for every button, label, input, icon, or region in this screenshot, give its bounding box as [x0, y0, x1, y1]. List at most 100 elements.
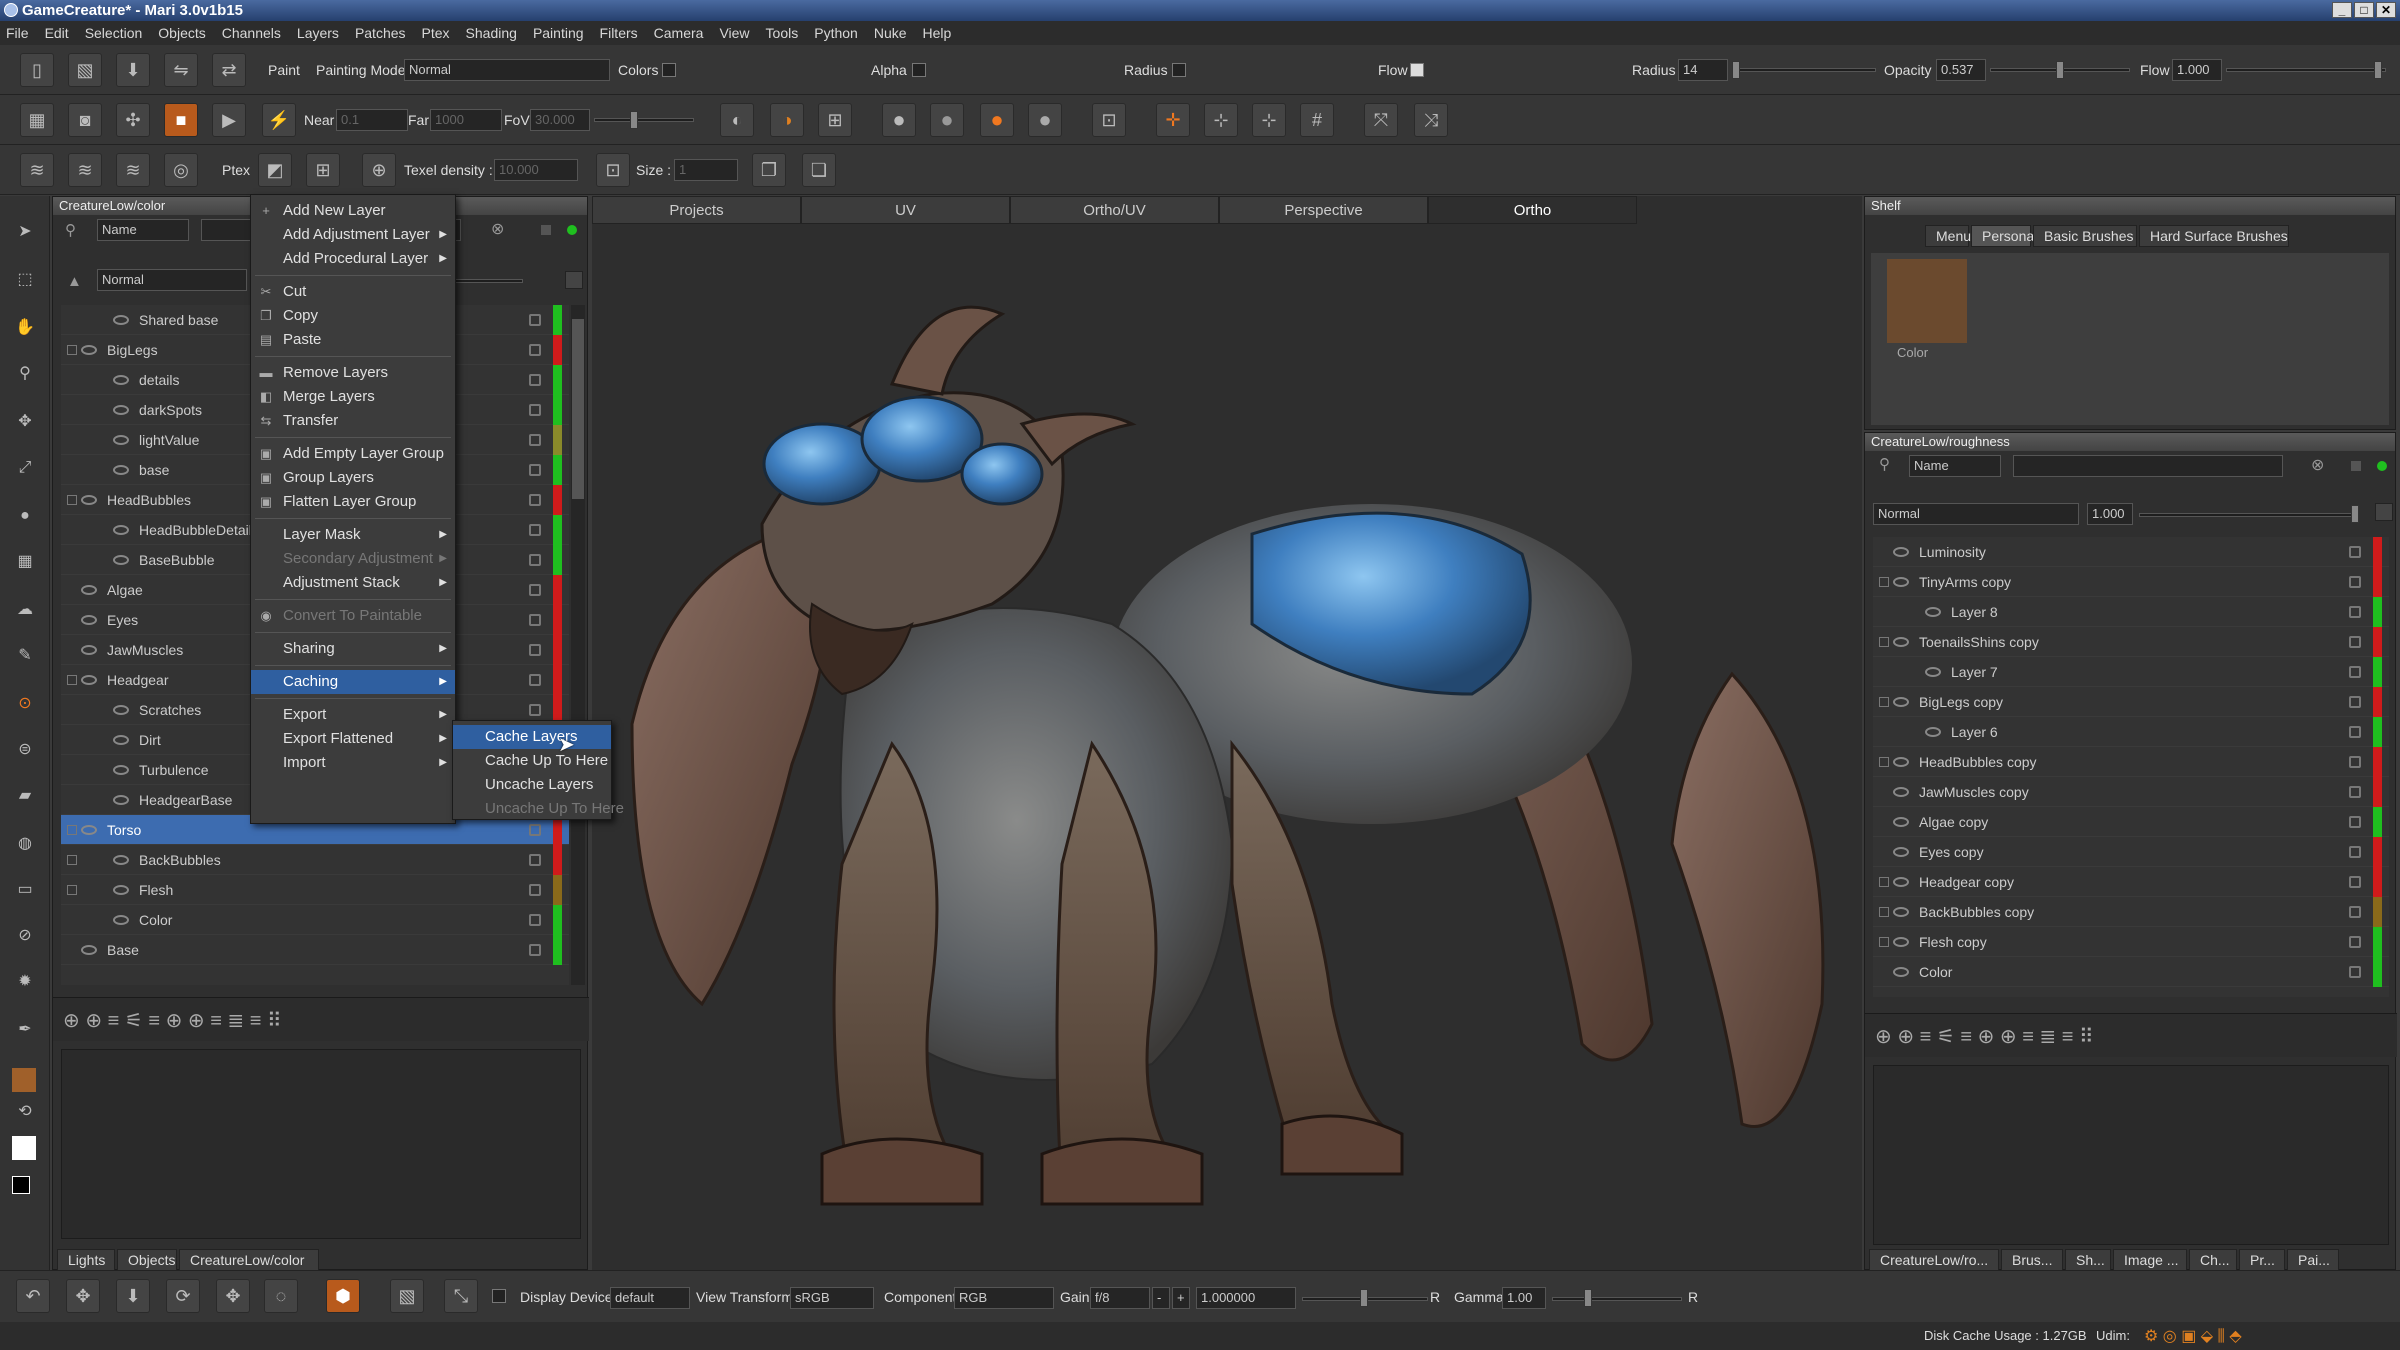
left-visibility-icon[interactable]	[81, 675, 97, 685]
right-layer-row[interactable]: TinyArms copy	[1873, 567, 2389, 597]
left-lock-icon[interactable]	[529, 314, 541, 326]
far-field[interactable]: 1000	[430, 109, 502, 131]
background-color-swatch[interactable]	[12, 1136, 36, 1160]
right-layer-row[interactable]: Algae copy	[1873, 807, 2389, 837]
close-button[interactable]: ✕	[2376, 2, 2396, 18]
blur-tool-icon[interactable]: ◍	[10, 830, 40, 860]
exposure-reset-button[interactable]: R	[1430, 1289, 1440, 1305]
right-group-expander-icon[interactable]	[1879, 637, 1889, 647]
left-layer-row[interactable]: Base	[61, 935, 569, 965]
left-visibility-icon[interactable]	[113, 315, 129, 325]
left-visibility-icon[interactable]	[81, 585, 97, 595]
left-lock-icon[interactable]	[529, 854, 541, 866]
left-visibility-icon[interactable]	[81, 825, 97, 835]
gamma-slider-handle[interactable]	[1584, 1289, 1592, 1307]
left-lock-icon[interactable]	[529, 524, 541, 536]
view-icon[interactable]: ▦	[20, 103, 54, 137]
ptex-resize-icon[interactable]: ◩	[258, 153, 292, 187]
gamma-reset-button[interactable]: R	[1688, 1289, 1698, 1305]
left-visibility-icon[interactable]	[113, 405, 129, 415]
left-lock-icon[interactable]	[529, 644, 541, 656]
right-group-expander-icon[interactable]	[1879, 697, 1889, 707]
viewport-tab[interactable]: UV	[801, 196, 1010, 224]
right-layer-row[interactable]: Luminosity	[1873, 537, 2389, 567]
right-lock-icon[interactable]	[2349, 906, 2361, 918]
right-lock-icon[interactable]	[2349, 756, 2361, 768]
layer-tool-icons[interactable]: ⊕ ⊕ ≡ ⚟ ≡ ⊕ ⊕ ≡ ≣ ≡ ⠿	[63, 1008, 282, 1033]
right-layer-row[interactable]: HeadBubbles copy	[1873, 747, 2389, 777]
left-panel-tab[interactable]: CreatureLow/color	[179, 1249, 319, 1271]
globe-icon[interactable]: ⊕	[362, 153, 396, 187]
shelf-tab[interactable]: Personal	[1971, 225, 2037, 247]
left-layer-row[interactable]: Color	[61, 905, 569, 935]
menu-camera[interactable]: Camera	[654, 25, 704, 41]
texel-density-field[interactable]: 10.000	[494, 159, 578, 181]
left-lock-icon[interactable]	[529, 554, 541, 566]
flow-slider-handle[interactable]	[2374, 61, 2382, 79]
roughness-filter-input[interactable]	[2013, 455, 2283, 477]
layers-merge-icon[interactable]: ◎	[164, 153, 198, 187]
menu-item[interactable]: Sharing ▶	[251, 637, 455, 661]
menu-item[interactable]: ▣ Group Layers	[251, 466, 455, 490]
submenu-item[interactable]: Cache Layers	[453, 725, 611, 749]
align-y-icon[interactable]: ⊹	[1252, 103, 1286, 137]
copy-face-icon[interactable]: ❐	[752, 153, 786, 187]
pivot-icon[interactable]: ✛	[1156, 103, 1190, 137]
minimize-button[interactable]: _	[2332, 2, 2352, 18]
right-lock-icon[interactable]	[2349, 636, 2361, 648]
menu-item[interactable]: ⇆ Transfer	[251, 409, 455, 433]
right-layer-row[interactable]: ToenailsShins copy	[1873, 627, 2389, 657]
shaded-icon[interactable]: ■	[164, 103, 198, 137]
left-layer-row[interactable]: BackBubbles	[61, 845, 569, 875]
left-visibility-icon[interactable]	[113, 375, 129, 385]
right-visibility-icon[interactable]	[1893, 787, 1909, 797]
view-transform-select[interactable]: sRGB	[790, 1287, 874, 1309]
left-panel-tab[interactable]: Lights	[57, 1249, 115, 1271]
flow-slider[interactable]	[2226, 68, 2386, 72]
zoom-tool-icon[interactable]: ⚲	[10, 360, 40, 390]
eyedropper-icon[interactable]: ✒	[10, 1016, 40, 1046]
left-lock-icon[interactable]	[529, 344, 541, 356]
right-lock-icon[interactable]	[2349, 666, 2361, 678]
flow-checkbox[interactable]	[1410, 63, 1424, 77]
roughness-filter-select[interactable]: Name	[1909, 455, 2001, 477]
transfer-icon[interactable]: ⇄	[212, 53, 246, 87]
viewport-tab[interactable]: Projects	[592, 196, 801, 224]
color-management-icon[interactable]: ⬢	[326, 1279, 360, 1313]
lasso-icon[interactable]: ◌	[264, 1279, 298, 1313]
right-panel-tab[interactable]: Pai...	[2287, 1249, 2339, 1271]
layer-list-scrollbar[interactable]	[571, 305, 585, 985]
roughness-layer-tool-icons[interactable]: ⊕ ⊕ ≡ ⚟ ≡ ⊕ ⊕ ≡ ≣ ≡ ⠿	[1875, 1024, 2094, 1049]
tumble-icon[interactable]: ✥	[216, 1279, 250, 1313]
gamma-field[interactable]: 1.00	[1502, 1287, 1546, 1309]
sun-tool-icon[interactable]: ✹	[10, 968, 40, 998]
right-lock-icon[interactable]	[2349, 696, 2361, 708]
right-panel-tab[interactable]: Pr...	[2239, 1249, 2285, 1271]
radius-slider-handle[interactable]	[1732, 61, 1740, 79]
layer-filter-select[interactable]: Name	[97, 219, 189, 241]
left-panel-tab[interactable]: Objects	[117, 1249, 177, 1271]
menu-painting[interactable]: Painting	[533, 25, 584, 41]
hand-tool-icon[interactable]: ✋	[10, 314, 40, 344]
right-visibility-icon[interactable]	[1893, 637, 1909, 647]
drop-tool-icon[interactable]: ●	[10, 502, 40, 532]
left-visibility-icon[interactable]	[113, 735, 129, 745]
right-lock-icon[interactable]	[2349, 786, 2361, 798]
menu-shading[interactable]: Shading	[466, 25, 517, 41]
clear-filter-icon[interactable]: ⊗	[491, 219, 504, 239]
left-visibility-icon[interactable]	[113, 795, 129, 805]
foreground-color-swatch[interactable]	[12, 1068, 36, 1092]
roughness-panel-expand-icon[interactable]	[2375, 503, 2393, 521]
gain-field[interactable]: f/8	[1090, 1287, 1150, 1309]
right-group-expander-icon[interactable]	[1879, 907, 1889, 917]
viewport-tab[interactable]: Ortho	[1428, 196, 1637, 224]
right-group-expander-icon[interactable]	[1879, 757, 1889, 767]
clone-tool-icon[interactable]: ⊜	[10, 736, 40, 766]
menu-ptex[interactable]: Ptex	[422, 25, 450, 41]
layers-remove-icon[interactable]: ≋	[116, 153, 150, 187]
right-lock-icon[interactable]	[2349, 966, 2361, 978]
display-device-select[interactable]: default	[610, 1287, 690, 1309]
alpha-checkbox[interactable]	[912, 63, 926, 77]
panel-expand-icon[interactable]	[565, 271, 583, 289]
right-visibility-icon[interactable]	[1893, 877, 1909, 887]
